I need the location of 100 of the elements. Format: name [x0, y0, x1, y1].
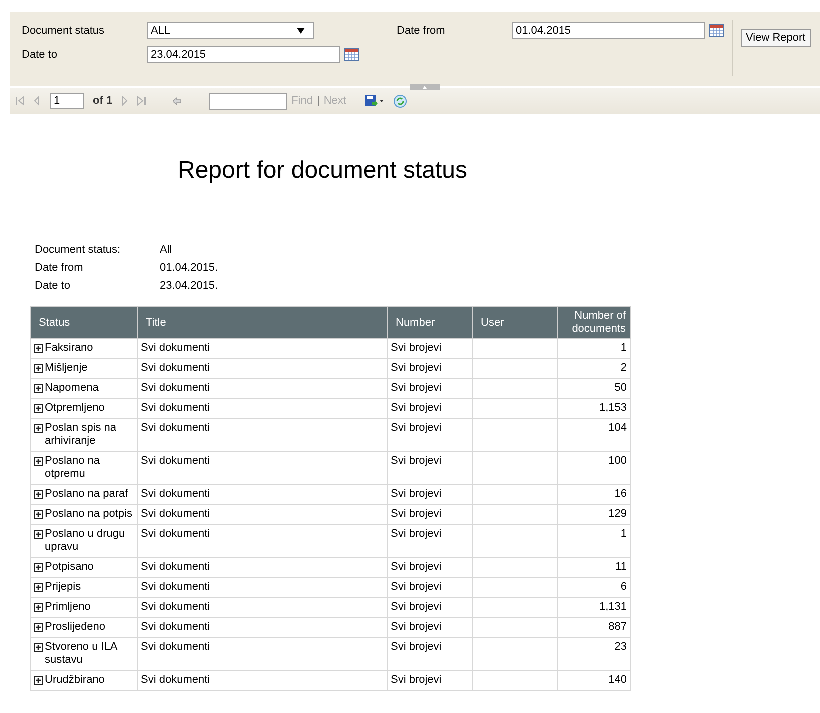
- expand-icon[interactable]: [34, 457, 43, 466]
- status-text: Urudžbirano: [45, 674, 105, 687]
- table-cell: Svi brojevi: [391, 488, 442, 500]
- page-count: of 1: [93, 95, 113, 107]
- table-cell: Svi dokumenti: [141, 561, 210, 573]
- status-dropdown[interactable]: ALL: [147, 22, 314, 39]
- expand-icon[interactable]: [34, 510, 43, 519]
- table-cell: Svi brojevi: [391, 508, 442, 520]
- table-cell: Svi dokumenti: [141, 362, 210, 374]
- expand-icon[interactable]: [34, 490, 43, 499]
- page-number-field[interactable]: 1: [50, 93, 84, 109]
- date-field[interactable]: 01.04.2015: [512, 22, 705, 39]
- table-cell: Svi brojevi: [391, 362, 442, 374]
- table-cell: Svi dokumenti: [141, 674, 210, 686]
- table-cell: 100: [608, 455, 627, 467]
- expand-icon[interactable]: [34, 530, 43, 539]
- table-cell: Svi dokumenti: [141, 621, 210, 633]
- field-label: Date to: [22, 48, 58, 60]
- expand-icon[interactable]: [34, 404, 43, 413]
- expand-icon[interactable]: [34, 623, 43, 632]
- table-cell: 6: [620, 581, 627, 593]
- table-cell: Svi brojevi: [391, 342, 442, 354]
- status-text: Prijepis: [45, 581, 82, 594]
- table-cell: 140: [608, 674, 627, 686]
- table-cell: Svi brojevi: [391, 674, 442, 686]
- table-cell: Svi brojevi: [391, 641, 442, 653]
- dropdown-arrow-icon: [297, 28, 305, 34]
- table-cell: Svi dokumenti: [141, 382, 210, 394]
- expand-icon[interactable]: [34, 364, 43, 373]
- expand-icon[interactable]: [34, 583, 43, 592]
- refresh-icon[interactable]: [394, 94, 408, 108]
- status-text: Poslano na potpis: [45, 508, 132, 521]
- status-text: Napomena: [45, 382, 99, 395]
- table-cell: 1: [620, 528, 627, 540]
- status-text: Poslano na paraf: [45, 488, 128, 501]
- table-cell: 1: [620, 342, 627, 354]
- save-icon[interactable]: [365, 95, 386, 107]
- field-label: Date from: [397, 24, 446, 36]
- table-cell: Svi brojevi: [391, 402, 442, 414]
- view-report-button[interactable]: View Report: [741, 29, 811, 47]
- expand-icon[interactable]: [34, 676, 43, 685]
- status-text: Proslijeđeno: [45, 621, 106, 634]
- expand-icon[interactable]: [34, 643, 43, 652]
- expand-icon[interactable]: [34, 384, 43, 393]
- table-cell: Svi brojevi: [391, 382, 442, 394]
- table-cell: Svi dokumenti: [141, 422, 210, 434]
- table-cell: Svi dokumenti: [141, 581, 210, 593]
- table-cell: Svi brojevi: [391, 528, 442, 540]
- table-cell: Svi dokumenti: [141, 528, 210, 540]
- separator: |: [316, 95, 320, 107]
- collapse-handle-icon[interactable]: [410, 84, 440, 90]
- info-value: 01.04.2015.: [160, 262, 220, 274]
- table-cell: 1,131: [599, 601, 627, 613]
- table-cell: 16: [614, 488, 627, 500]
- table-cell: 23: [614, 641, 627, 653]
- find-field[interactable]: [208, 92, 287, 110]
- expand-icon[interactable]: [34, 603, 43, 612]
- table-cell: 2: [620, 362, 627, 374]
- table-cell: 11: [616, 561, 627, 573]
- report-title: Report for document status: [178, 156, 468, 186]
- field-label: Document status: [22, 24, 106, 36]
- status-text: Potpisano: [45, 561, 94, 574]
- table-cell: 50: [614, 382, 627, 394]
- status-text: Primljeno: [45, 601, 91, 614]
- column-header: User: [472, 306, 558, 338]
- column-header: Number: [388, 306, 472, 338]
- table-cell: Svi dokumenti: [141, 488, 210, 500]
- status-text: Poslano na otpremu: [45, 455, 102, 481]
- status-text: Faksirano: [45, 342, 94, 355]
- table-cell: Svi brojevi: [391, 581, 442, 593]
- table-cell: Svi dokumenti: [141, 342, 210, 354]
- table-cell: Svi brojevi: [391, 601, 442, 613]
- table-cell: 1,153: [599, 402, 627, 414]
- calendar-icon[interactable]: [344, 48, 359, 61]
- table-cell: Svi brojevi: [391, 455, 442, 467]
- table-cell: Svi brojevi: [391, 422, 442, 434]
- info-value: 23.04.2015.: [160, 280, 220, 292]
- expand-icon[interactable]: [34, 424, 43, 433]
- column-header: Status: [30, 306, 138, 338]
- info-label: Date to: [35, 280, 72, 292]
- table-cell: Svi dokumenti: [141, 601, 210, 613]
- expand-icon[interactable]: [34, 344, 43, 353]
- info-label: Document status:: [35, 244, 122, 256]
- table-cell: 887: [608, 621, 627, 633]
- status-text: Otpremljeno: [45, 402, 105, 415]
- status-text: Stvoreno u ILA sustavu: [45, 641, 118, 667]
- table-cell: 129: [608, 508, 627, 520]
- table-cell: Svi dokumenti: [141, 455, 210, 467]
- column-header: Title: [138, 306, 388, 338]
- column-header: Number of documents: [558, 306, 630, 338]
- info-label: Date from: [35, 262, 84, 274]
- calendar-icon[interactable]: [709, 24, 724, 37]
- info-value: All: [160, 244, 174, 256]
- table-cell: Svi brojevi: [391, 561, 442, 573]
- date-field[interactable]: 23.04.2015: [147, 46, 340, 63]
- status-text: Poslano u drugu upravu: [45, 528, 126, 554]
- table-cell: 104: [608, 422, 627, 434]
- expand-icon[interactable]: [34, 563, 43, 572]
- table-cell: Svi brojevi: [391, 621, 442, 633]
- table-cell: Svi dokumenti: [141, 508, 210, 520]
